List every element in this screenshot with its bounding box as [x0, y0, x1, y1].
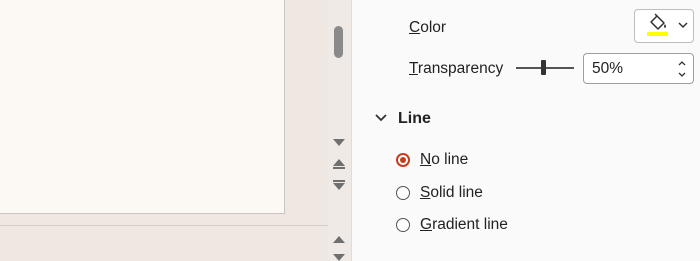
format-pane: Color Transparency 50% Line No line Soli… — [351, 0, 700, 261]
radio-gradient-line[interactable] — [396, 218, 410, 232]
next-slide-icon[interactable] — [333, 183, 345, 190]
previous-slide-icon[interactable] — [333, 159, 345, 166]
option-no-line-label[interactable]: No line — [420, 151, 468, 169]
scrollbar-thumb[interactable] — [334, 26, 343, 58]
scroll-down-arrow-icon[interactable] — [333, 139, 345, 146]
radio-no-line[interactable] — [396, 153, 410, 167]
fill-color-button[interactable] — [634, 9, 694, 43]
scroll-down-arrow-bottom-icon[interactable] — [333, 254, 345, 261]
line-section-title[interactable]: Line — [398, 110, 431, 128]
vertical-scrollbar[interactable] — [328, 0, 350, 261]
paint-bucket-icon — [650, 13, 666, 30]
slide-canvas-area — [0, 0, 328, 261]
option-solid-line-label[interactable]: Solid line — [420, 184, 483, 202]
next-slide-bar — [333, 180, 345, 182]
scroll-up-arrow-icon[interactable] — [333, 236, 345, 243]
color-swatch — [647, 32, 668, 36]
radio-solid-line[interactable] — [396, 186, 410, 200]
transparency-input[interactable]: 50% — [583, 53, 694, 84]
transparency-value: 50% — [592, 60, 624, 77]
option-gradient-line-label[interactable]: Gradient line — [420, 216, 508, 234]
chevron-down-icon — [678, 22, 688, 29]
canvas-divider — [0, 225, 328, 226]
spin-arrows-icon[interactable] — [677, 57, 687, 81]
transparency-slider-knob[interactable] — [541, 60, 546, 75]
collapse-chevron-icon[interactable] — [375, 113, 387, 123]
color-label: Color — [409, 19, 447, 36]
slide-thumbnail[interactable] — [0, 0, 285, 214]
previous-slide-bar — [333, 167, 345, 169]
transparency-label: Transparency — [409, 60, 504, 77]
